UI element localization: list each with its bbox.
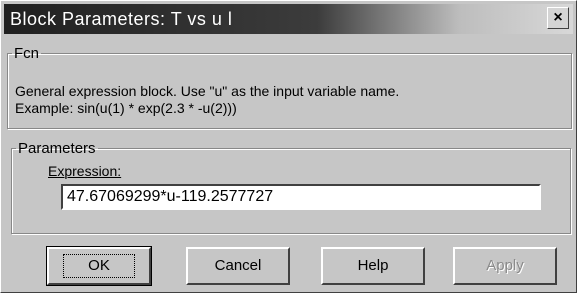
description-line-2: Example: sin(u(1) * exp(2.3 * -u(2))) (15, 100, 237, 116)
ok-button-label: OK (63, 254, 135, 278)
apply-button[interactable]: Apply (453, 247, 557, 285)
expression-label: Expression: (48, 163, 122, 179)
dialog-title: Block Parameters: T vs u l (10, 9, 233, 29)
fcn-group-legend: Fcn (14, 45, 40, 62)
close-button[interactable]: × (547, 7, 569, 29)
parameters-group-legend: Parameters (18, 140, 96, 157)
cancel-button[interactable]: Cancel (186, 247, 290, 285)
help-button[interactable]: Help (321, 247, 425, 285)
ok-button[interactable]: OK (46, 246, 152, 286)
expression-input[interactable] (61, 184, 541, 210)
block-parameters-dialog: Block Parameters: T vs u l × Fcn General… (0, 0, 577, 293)
close-icon: × (553, 9, 563, 26)
title-bar[interactable]: Block Parameters: T vs u l × (4, 4, 573, 34)
description-line-1: General expression block. Use "u" as the… (15, 83, 400, 99)
